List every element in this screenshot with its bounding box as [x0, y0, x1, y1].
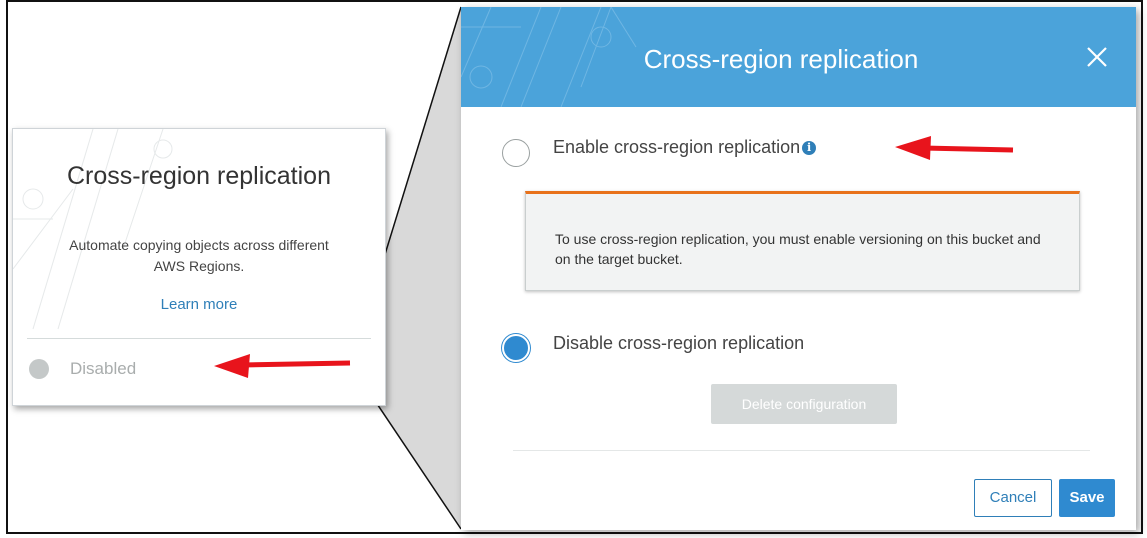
learn-more-link[interactable]: Learn more	[13, 296, 385, 313]
save-button[interactable]: Save	[1059, 479, 1115, 517]
red-arrow-enable	[895, 136, 1014, 160]
status-label: Disabled	[70, 359, 137, 378]
card-title: Cross-region replication	[66, 162, 331, 190]
enable-replication-option[interactable]: Enable cross-region replication i	[553, 137, 817, 158]
delete-configuration-button[interactable]: Delete configuration	[711, 384, 897, 424]
card-divider	[27, 338, 371, 339]
versioning-notice: To use cross-region replication, you mus…	[525, 191, 1080, 291]
red-arrow-status	[214, 354, 351, 378]
modal-header: Cross-region replication	[461, 7, 1136, 107]
disable-replication-radio[interactable]	[502, 334, 530, 362]
enable-replication-radio[interactable]	[502, 139, 530, 167]
status-dot-icon	[29, 359, 49, 379]
enable-replication-label: Enable cross-region replication	[553, 137, 801, 157]
close-icon[interactable]	[1082, 42, 1112, 72]
modal-footer-divider	[513, 450, 1090, 451]
card-description: Automate copying objects across differen…	[69, 237, 329, 274]
cancel-button[interactable]: Cancel	[974, 479, 1052, 517]
notice-text: To use cross-region replication, you mus…	[555, 231, 1041, 267]
replication-modal: Cross-region replication Enable cross-re…	[461, 7, 1136, 530]
info-icon[interactable]: i	[802, 141, 817, 155]
disable-replication-label[interactable]: Disable cross-region replication	[553, 333, 804, 354]
modal-title: Cross-region replication	[643, 44, 919, 74]
